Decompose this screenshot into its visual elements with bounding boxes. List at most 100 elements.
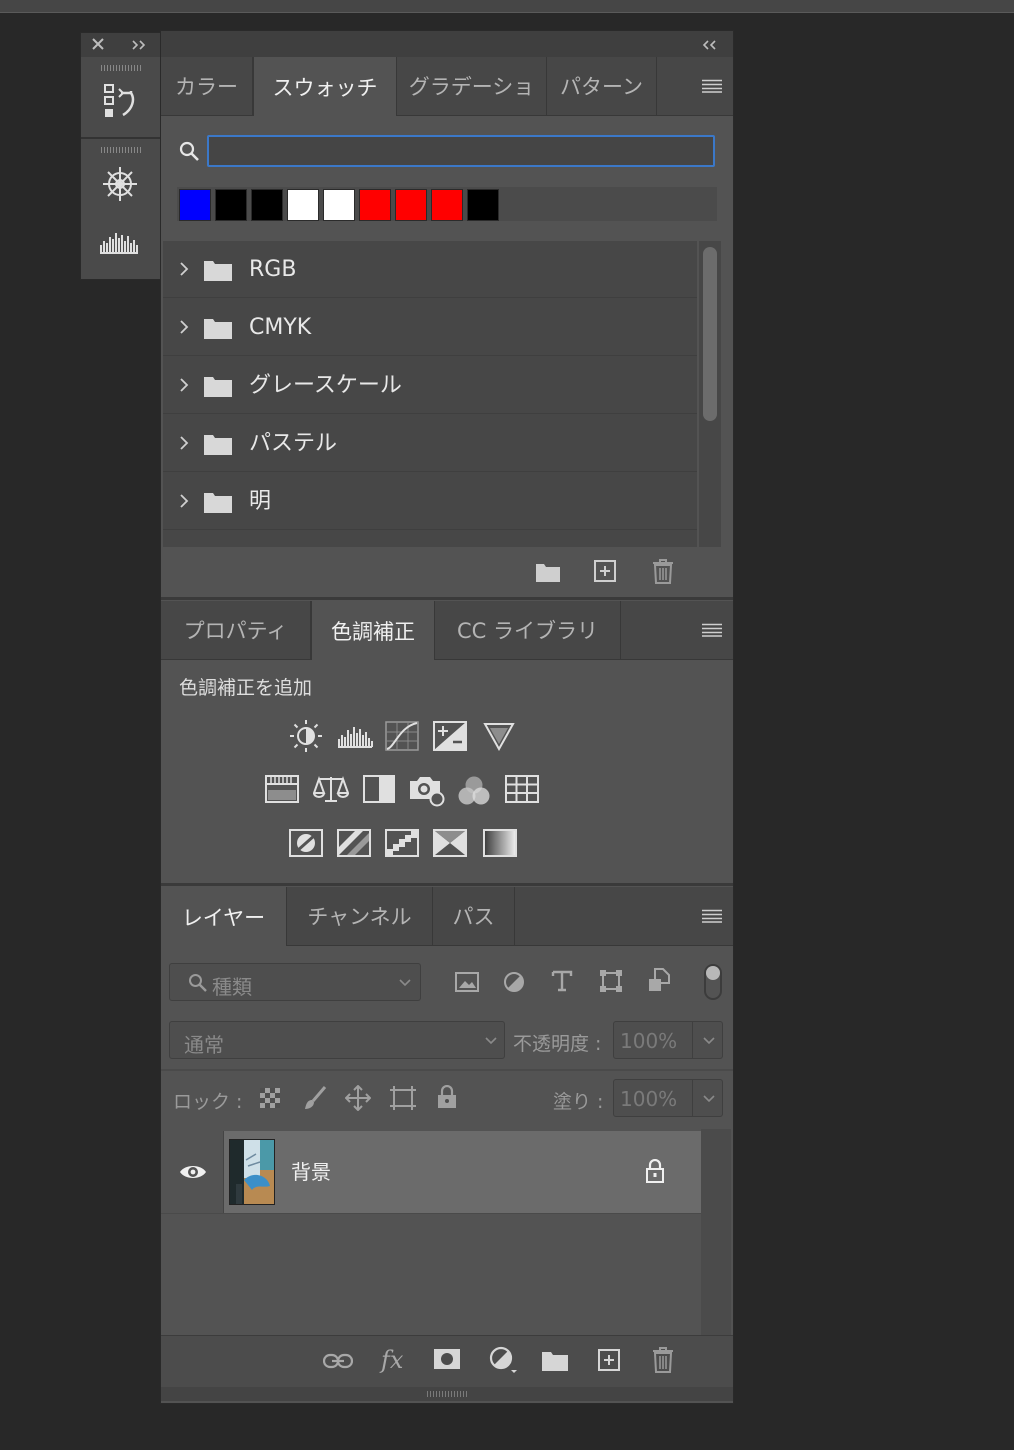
- tab-cc-libraries[interactable]: CC ライブラリ: [435, 601, 621, 659]
- trash-icon[interactable]: [651, 1346, 675, 1374]
- channel-mixer-icon[interactable]: [457, 775, 491, 807]
- levels-icon[interactable]: [337, 723, 373, 749]
- eye-icon[interactable]: [179, 1163, 207, 1181]
- color-balance-icon[interactable]: [313, 775, 349, 803]
- color-swatch[interactable]: [323, 189, 355, 221]
- dock-grip[interactable]: [101, 65, 141, 71]
- adjustment-filter-icon[interactable]: [503, 971, 525, 993]
- swatch-group-row[interactable]: CMYK: [163, 299, 697, 356]
- resize-grip[interactable]: [427, 1391, 467, 1397]
- new-layer-icon[interactable]: [597, 1348, 621, 1372]
- tab-patterns[interactable]: パターン: [547, 57, 657, 115]
- layer-row[interactable]: 背景: [161, 1131, 701, 1214]
- brightness-contrast-icon[interactable]: [289, 719, 323, 753]
- dock-header: [81, 33, 161, 57]
- swatch-group-row[interactable]: 明: [163, 473, 697, 530]
- invert-icon[interactable]: [289, 829, 323, 857]
- color-swatch[interactable]: [179, 189, 211, 221]
- swatch-list-scrollbar[interactable]: [699, 241, 721, 547]
- color-swatch[interactable]: [287, 189, 319, 221]
- panel-divider[interactable]: [161, 597, 733, 600]
- adjustment-layer-icon[interactable]: [489, 1346, 521, 1374]
- histogram-icon[interactable]: [99, 229, 139, 255]
- chevron-down-icon[interactable]: [702, 1094, 716, 1104]
- color-swatch[interactable]: [251, 189, 283, 221]
- close-icon[interactable]: [91, 37, 105, 51]
- mask-icon[interactable]: [433, 1348, 461, 1370]
- chevron-right-icon[interactable]: [179, 493, 189, 509]
- history-icon[interactable]: [103, 83, 137, 123]
- group-icon[interactable]: [541, 1348, 569, 1372]
- tab-adjustments[interactable]: 色調補正: [311, 601, 435, 660]
- chevron-right-icon[interactable]: [179, 435, 189, 451]
- color-swatch[interactable]: [395, 189, 427, 221]
- visibility-cell[interactable]: [161, 1131, 224, 1213]
- opacity-field[interactable]: 100%: [613, 1021, 723, 1059]
- swatch-group-row[interactable]: パステル: [163, 415, 697, 472]
- shape-filter-icon[interactable]: [599, 969, 623, 993]
- image-filter-icon[interactable]: [455, 971, 479, 993]
- smart-object-filter-icon[interactable]: [647, 967, 671, 993]
- link-icon[interactable]: [323, 1352, 353, 1370]
- panel-menu-icon[interactable]: [701, 79, 723, 93]
- chevron-down-icon: [398, 978, 412, 988]
- scrollbar-thumb[interactable]: [703, 247, 717, 421]
- hue-saturation-icon[interactable]: [265, 775, 299, 803]
- swatch-search-input[interactable]: [207, 135, 715, 167]
- lock-transparency-icon[interactable]: [259, 1087, 281, 1109]
- layers-scrollbar[interactable]: [701, 1129, 731, 1335]
- curves-icon[interactable]: [385, 721, 419, 751]
- color-lookup-icon[interactable]: [505, 775, 539, 803]
- vibrance-icon[interactable]: [483, 721, 515, 751]
- panel-resize-bar[interactable]: [161, 1387, 733, 1401]
- chevron-right-icon[interactable]: [179, 377, 189, 393]
- chevron-right-icon[interactable]: [179, 261, 189, 277]
- lock-all-icon[interactable]: [437, 1085, 457, 1109]
- photo-filter-icon[interactable]: [409, 775, 445, 807]
- layer-filter-select[interactable]: 種類: [169, 963, 421, 1001]
- expand-icon[interactable]: [131, 39, 147, 51]
- color-swatch[interactable]: [467, 189, 499, 221]
- exposure-icon[interactable]: [433, 721, 467, 751]
- trash-icon[interactable]: [651, 558, 675, 584]
- swatch-group-row[interactable]: RGB: [163, 241, 697, 298]
- brush-settings-icon[interactable]: [101, 165, 139, 203]
- lock-position-icon[interactable]: [345, 1085, 371, 1111]
- panel-menu-icon[interactable]: [701, 623, 723, 637]
- color-swatch[interactable]: [359, 189, 391, 221]
- color-swatch[interactable]: [215, 189, 247, 221]
- fill-field[interactable]: 100%: [613, 1079, 723, 1117]
- tab-properties[interactable]: プロパティ: [161, 601, 311, 659]
- swatch-group-row[interactable]: グレースケール: [163, 357, 697, 414]
- black-white-icon[interactable]: [363, 775, 395, 803]
- tab-paths[interactable]: パス: [433, 887, 515, 945]
- blend-mode-select[interactable]: 通常: [169, 1021, 505, 1059]
- chevron-down-icon[interactable]: [702, 1036, 716, 1046]
- panel-column-header[interactable]: [161, 31, 733, 57]
- color-swatch[interactable]: [431, 189, 463, 221]
- type-filter-icon[interactable]: [551, 969, 573, 993]
- dock-grip[interactable]: [101, 147, 141, 153]
- collapse-icon[interactable]: [701, 39, 717, 51]
- chevron-right-icon[interactable]: [179, 319, 189, 335]
- fx-icon[interactable]: fx: [381, 1346, 403, 1374]
- swatch-group-list: RGB CMYK グレースケール パステル明: [163, 241, 697, 547]
- panel-menu-icon[interactable]: [701, 909, 723, 923]
- lock-artboard-icon[interactable]: [389, 1085, 417, 1111]
- selective-color-icon[interactable]: [433, 829, 467, 857]
- gradient-map-icon[interactable]: [483, 829, 517, 857]
- tab-channels[interactable]: チャンネル: [287, 887, 433, 945]
- new-group-icon[interactable]: [535, 561, 561, 583]
- panel-divider[interactable]: [161, 883, 733, 886]
- posterize-icon[interactable]: [337, 829, 371, 857]
- tab-layers[interactable]: レイヤー: [161, 887, 287, 946]
- tab-swatches[interactable]: スウォッチ: [253, 57, 397, 116]
- new-swatch-icon[interactable]: [593, 559, 617, 583]
- tab-color[interactable]: カラー: [161, 57, 253, 115]
- lock-icon[interactable]: [645, 1159, 665, 1183]
- filter-toggle[interactable]: [703, 963, 723, 1001]
- lock-pixels-icon[interactable]: [303, 1085, 327, 1111]
- threshold-icon[interactable]: [385, 829, 419, 857]
- tab-gradients[interactable]: グラデーショ: [397, 57, 547, 115]
- layer-name[interactable]: 背景: [291, 1131, 331, 1213]
